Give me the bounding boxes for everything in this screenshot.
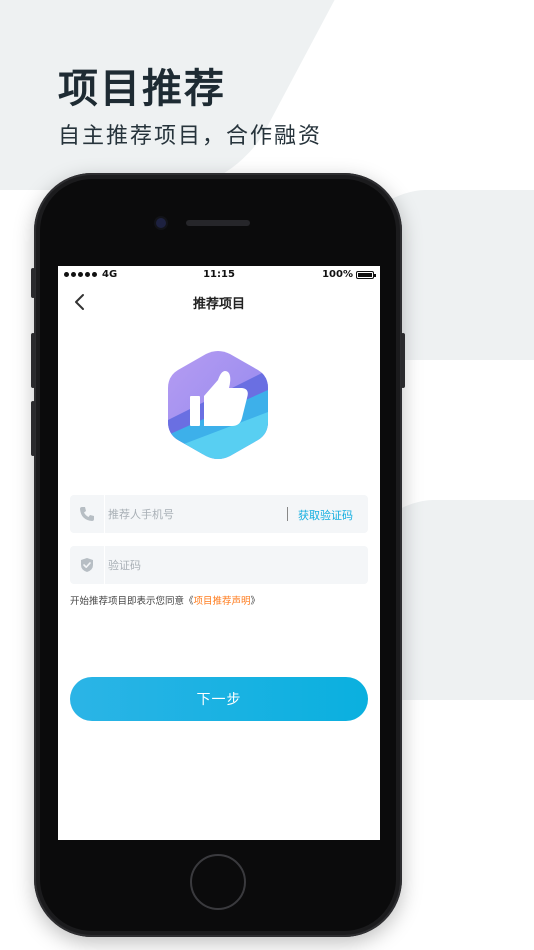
page-title: 推荐项目 — [192, 297, 245, 312]
agreement-prefix: 开始推荐项目即表示您同意《 — [70, 596, 194, 607]
home-button[interactable] — [190, 854, 246, 910]
promo-title: 项目推荐 — [58, 66, 226, 112]
battery-percent: 100% — [322, 269, 353, 280]
thumbs-up-icon — [168, 351, 268, 459]
phone-field: 获取验证码 — [70, 495, 368, 533]
code-field-icon-wrap — [70, 546, 105, 584]
next-step-button[interactable]: 下一步 — [70, 677, 368, 721]
nav-bar: 推荐项目 — [58, 284, 380, 320]
verification-code-input[interactable] — [108, 546, 278, 584]
code-field — [70, 546, 368, 584]
phone-frame: 4G 11:15 100% 推荐项目 推荐人手机号 获取验证码 验证码 开始推荐… — [31, 173, 405, 937]
referrer-phone-input[interactable] — [108, 495, 278, 533]
status-bar: 4G 11:15 100% — [58, 266, 380, 284]
volume-up-button — [31, 333, 35, 388]
agreement-suffix: 》 — [250, 596, 261, 607]
get-code-button[interactable]: 获取验证码 — [298, 507, 353, 523]
phone-field-icon-wrap — [70, 495, 105, 533]
power-button — [401, 333, 405, 388]
agreement-link[interactable]: 项目推荐声明 — [194, 596, 251, 607]
mute-switch — [31, 268, 35, 298]
promo-subtitle: 自主推荐项目，合作融资 — [58, 124, 323, 149]
volume-down-button — [31, 401, 35, 456]
camera-icon — [156, 218, 166, 228]
battery-icon — [356, 270, 376, 279]
battery-indicator: 100% — [322, 269, 376, 280]
phone-icon — [80, 507, 94, 521]
phone-screen: 4G 11:15 100% 推荐项目 推荐人手机号 获取验证码 验证码 开始推荐… — [58, 266, 380, 840]
speaker-grille — [186, 220, 250, 226]
shield-check-icon — [81, 558, 93, 572]
field-divider — [287, 507, 288, 521]
agreement-text: 开始推荐项目即表示您同意《项目推荐声明》 — [70, 593, 260, 607]
